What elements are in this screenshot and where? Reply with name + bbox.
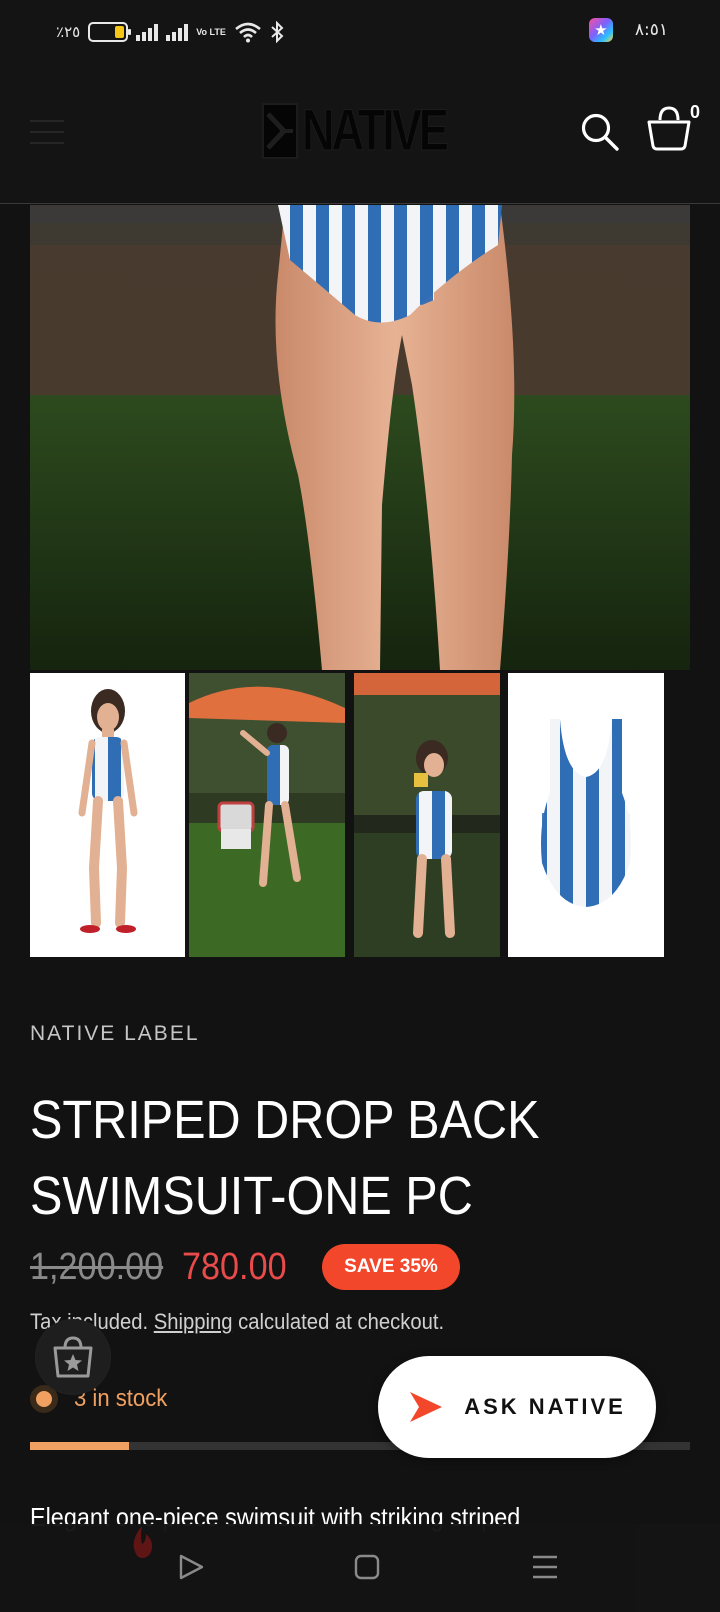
compare-price: 1,200.00 (30, 1245, 164, 1288)
wifi-icon (235, 22, 261, 43)
signal-icon-2 (166, 23, 189, 41)
thumbnail-strip (30, 673, 682, 957)
product-hero-image[interactable] (30, 205, 690, 670)
status-left: ٪٢٥ Vo LTE (56, 20, 284, 44)
clock: ٨:٥١ (634, 20, 668, 40)
save-badge: SAVE 35% (322, 1244, 460, 1290)
ask-native-button[interactable]: ASK NATIVE (378, 1356, 656, 1458)
thumbnail-studio-front[interactable] (30, 673, 185, 957)
recents-menu-icon[interactable] (530, 1552, 560, 1582)
app-notification-icon: ★ (588, 18, 613, 42)
battery-icon (88, 22, 132, 42)
bluetooth-icon (271, 21, 284, 43)
shipping-link[interactable]: Shipping (154, 1309, 233, 1334)
thumbnail-garden-camera[interactable] (354, 673, 500, 957)
cart-icon[interactable] (646, 104, 692, 152)
status-right: ★ ٨:٥١ (588, 18, 668, 42)
stock-indicator: 3 in stock (30, 1385, 175, 1413)
logo[interactable]: NATIVE (262, 100, 486, 162)
thumbnail-product-flat[interactable] (508, 673, 664, 957)
shopping-bag-icon (53, 1336, 93, 1378)
sale-price: 780.00 (181, 1245, 287, 1288)
logo-text: NATIVE (302, 98, 450, 163)
product-title: STRIPED DROP BACK SWIMSUIT-ONE PC (30, 1090, 540, 1226)
home-square-icon[interactable] (352, 1552, 382, 1582)
search-icon[interactable] (580, 112, 620, 152)
product-vendor[interactable]: NATIVE LABEL (30, 1022, 200, 1046)
watermark-flame-icon (133, 1526, 153, 1558)
site-header: NATIVE 0 (0, 64, 720, 204)
tax-suffix: calculated at checkout. (232, 1309, 445, 1334)
cart-count-badge: 0 (690, 102, 701, 122)
battery-percent: ٪٢٥ (56, 23, 81, 41)
ask-native-label: ASK NATIVE (464, 1394, 626, 1419)
back-triangle-icon[interactable] (176, 1552, 206, 1582)
signal-icon (136, 23, 159, 41)
volte-icon: Vo LTE (196, 26, 226, 37)
shop-bag-button[interactable] (36, 1320, 110, 1394)
menu-icon[interactable] (30, 120, 64, 146)
thumbnail-garden-umbrella[interactable] (189, 673, 345, 957)
system-nav-bar (0, 1524, 720, 1612)
send-arrow-icon (410, 1392, 443, 1422)
stock-level-fill (30, 1442, 129, 1450)
status-bar: ٪٢٥ Vo LTE ★ ٨:٥١ (0, 0, 720, 64)
price-row: 1,200.00 780.00 SAVE 35% (30, 1244, 460, 1290)
logo-mark-icon (262, 103, 298, 159)
